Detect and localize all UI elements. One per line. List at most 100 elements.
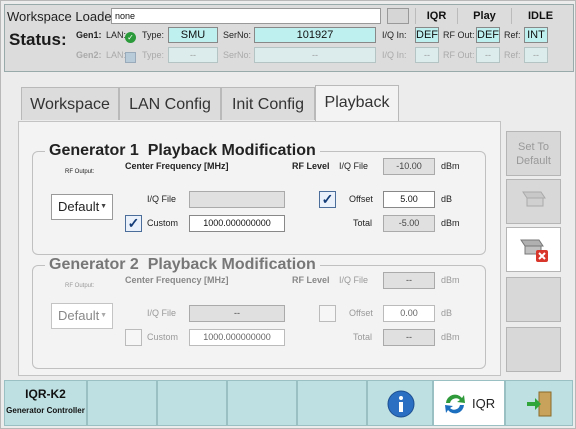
gen2-iq-file-label: I/Q File: [147, 308, 177, 318]
empty-side-button-2[interactable]: [506, 327, 561, 372]
gen1-serno-label: SerNo:: [223, 30, 252, 40]
gen2-rf-level-label: RF Level: [292, 275, 330, 285]
gen1-rfout-value: DEF: [476, 27, 500, 43]
device-indicator: IQR: [415, 8, 457, 24]
bottom-slot-3[interactable]: [227, 380, 297, 426]
gen2-center-freq-label: Center Frequency [MHz]: [125, 275, 229, 285]
gen1-offset-input[interactable]: 5.00: [383, 191, 435, 208]
generator-icon: [521, 191, 546, 207]
gen1-total-label: Total: [353, 218, 373, 228]
sync-arrows-icon: [445, 394, 465, 414]
gen2-group-title: Generator 2 Playback Modification: [45, 256, 320, 274]
gen2-custom-freq-input[interactable]: 1000.000000000: [189, 329, 285, 346]
gen1-rf-output-dropdown[interactable]: Default ▼: [51, 194, 113, 220]
app-subtitle: Generator Controller: [6, 406, 85, 415]
gen1-lan-ok-icon: ✓: [125, 29, 136, 47]
gen2-total-label: Total: [353, 332, 373, 342]
gen2-custom-label: Custom: [147, 332, 179, 342]
gen1-ref-value: INT: [524, 27, 548, 43]
gen1-custom-freq-input[interactable]: 1000.000000000: [189, 215, 285, 232]
gen2-type-label: Type:: [142, 50, 165, 60]
info-icon: [387, 390, 415, 418]
gen2-rf-output-dropdown[interactable]: Default ▼: [51, 303, 113, 329]
gen2-total-value: --: [383, 329, 435, 346]
gen2-offset-unit: dB: [441, 308, 453, 318]
gen2-rf-output-value: Default: [58, 308, 100, 323]
gen1-rf-level-label: RF Level: [292, 161, 330, 171]
gen1-rf-output-value: Default: [58, 199, 100, 214]
gen1-total-value: -5.00: [383, 215, 435, 232]
gen1-serno-value: 101927: [254, 27, 376, 43]
empty-side-button-1[interactable]: [506, 277, 561, 322]
status-label: Status:: [9, 30, 67, 49]
tab-lan-config[interactable]: LAN Config: [119, 87, 221, 120]
iqr-label: IQR: [472, 396, 496, 411]
gen1-level-iq-file-label: I/Q File: [339, 161, 369, 171]
gen1-center-freq-label: Center Frequency [MHz]: [125, 161, 229, 171]
gen1-group-title: Generator 1 Playback Modification: [45, 142, 320, 160]
bottom-slot-4[interactable]: [297, 380, 367, 426]
gen2-rf-output-label: RF Output:: [65, 283, 95, 289]
gen2-type-value: --: [168, 47, 218, 63]
gen1-offset-unit: dB: [441, 194, 453, 204]
generator-button[interactable]: [506, 179, 561, 224]
workspace-label: Workspace Loaded:: [7, 9, 123, 24]
app-window: Workspace Loaded: none IQR Play IDLE Sta…: [0, 0, 576, 429]
app-name: IQR-K2: [25, 387, 66, 401]
gen2-level-iq-unit: dBm: [441, 275, 460, 285]
workspace-value: none: [111, 8, 381, 24]
remove-generator-button[interactable]: [506, 227, 561, 272]
gen1-offset-checkbox[interactable]: ✓: [319, 191, 336, 208]
generator-delete-icon: [519, 239, 548, 262]
gen2-offset-input[interactable]: 0.00: [383, 305, 435, 322]
state-indicator: IDLE: [511, 8, 569, 24]
gen2-rfout-value: --: [476, 47, 500, 63]
chevron-down-icon: ▼: [100, 203, 107, 210]
app-title-panel: IQR-K2 Generator Controller: [4, 380, 87, 426]
gen1-iqin-label: I/Q In:: [382, 30, 407, 40]
gen1-iqin-value: DEF: [415, 27, 439, 43]
set-to-default-button[interactable]: Set To Default: [506, 131, 561, 176]
gen1-level-iq-file-value: -10.00: [383, 158, 435, 175]
gen2-total-unit: dBm: [441, 332, 460, 342]
gen1-label: Gen1:: [76, 30, 102, 40]
gen2-level-iq-file-value: --: [383, 272, 435, 289]
gen1-iq-file-value: [189, 191, 285, 208]
gen2-offset-label: Offset: [349, 308, 373, 318]
gen2-rfout-label: RF Out:: [443, 50, 475, 60]
info-button[interactable]: [367, 380, 433, 426]
gen2-level-iq-file-label: I/Q File: [339, 275, 369, 285]
gen1-lan-label: LAN:: [106, 30, 127, 40]
gen2-iqin-label: I/Q In:: [382, 50, 407, 60]
gen1-level-iq-unit: dBm: [441, 161, 460, 171]
gen2-offset-checkbox[interactable]: [319, 305, 336, 322]
gen1-custom-label: Custom: [147, 218, 179, 228]
gen2-serno-label: SerNo:: [223, 50, 252, 60]
exit-button[interactable]: [505, 380, 573, 426]
bottom-slot-1[interactable]: [87, 380, 157, 426]
tab-init-config[interactable]: Init Config: [221, 87, 315, 120]
iqr-sync-button[interactable]: IQR: [433, 380, 505, 426]
gen2-iqin-value: --: [415, 47, 439, 63]
gen2-serno-value: --: [254, 47, 376, 63]
gen2-lan-icon: [125, 49, 136, 67]
connection-indicator: [387, 8, 409, 24]
gen2-lan-label: LAN:: [106, 50, 127, 60]
gen1-type-value: SMU: [168, 27, 218, 43]
gen1-iq-file-label: I/Q File: [147, 194, 177, 204]
gen1-ref-label: Ref:: [504, 30, 521, 40]
tab-workspace[interactable]: Workspace: [21, 87, 119, 120]
gen1-rf-output-label: RF Output:: [65, 169, 95, 175]
gen2-iq-file-value: --: [189, 305, 285, 322]
gen2-custom-checkbox[interactable]: [125, 329, 142, 346]
gen2-ref-label: Ref:: [504, 50, 521, 60]
gen2-ref-value: --: [524, 47, 548, 63]
tab-playback[interactable]: Playback: [315, 85, 399, 121]
exit-door-icon: [527, 391, 552, 417]
gen1-type-label: Type:: [142, 30, 165, 40]
gen1-offset-label: Offset: [349, 194, 373, 204]
mode-indicator: Play: [457, 8, 511, 24]
gen1-custom-checkbox[interactable]: ✓: [125, 215, 142, 232]
bottom-slot-2[interactable]: [157, 380, 227, 426]
gen2-label: Gen2:: [76, 50, 102, 60]
